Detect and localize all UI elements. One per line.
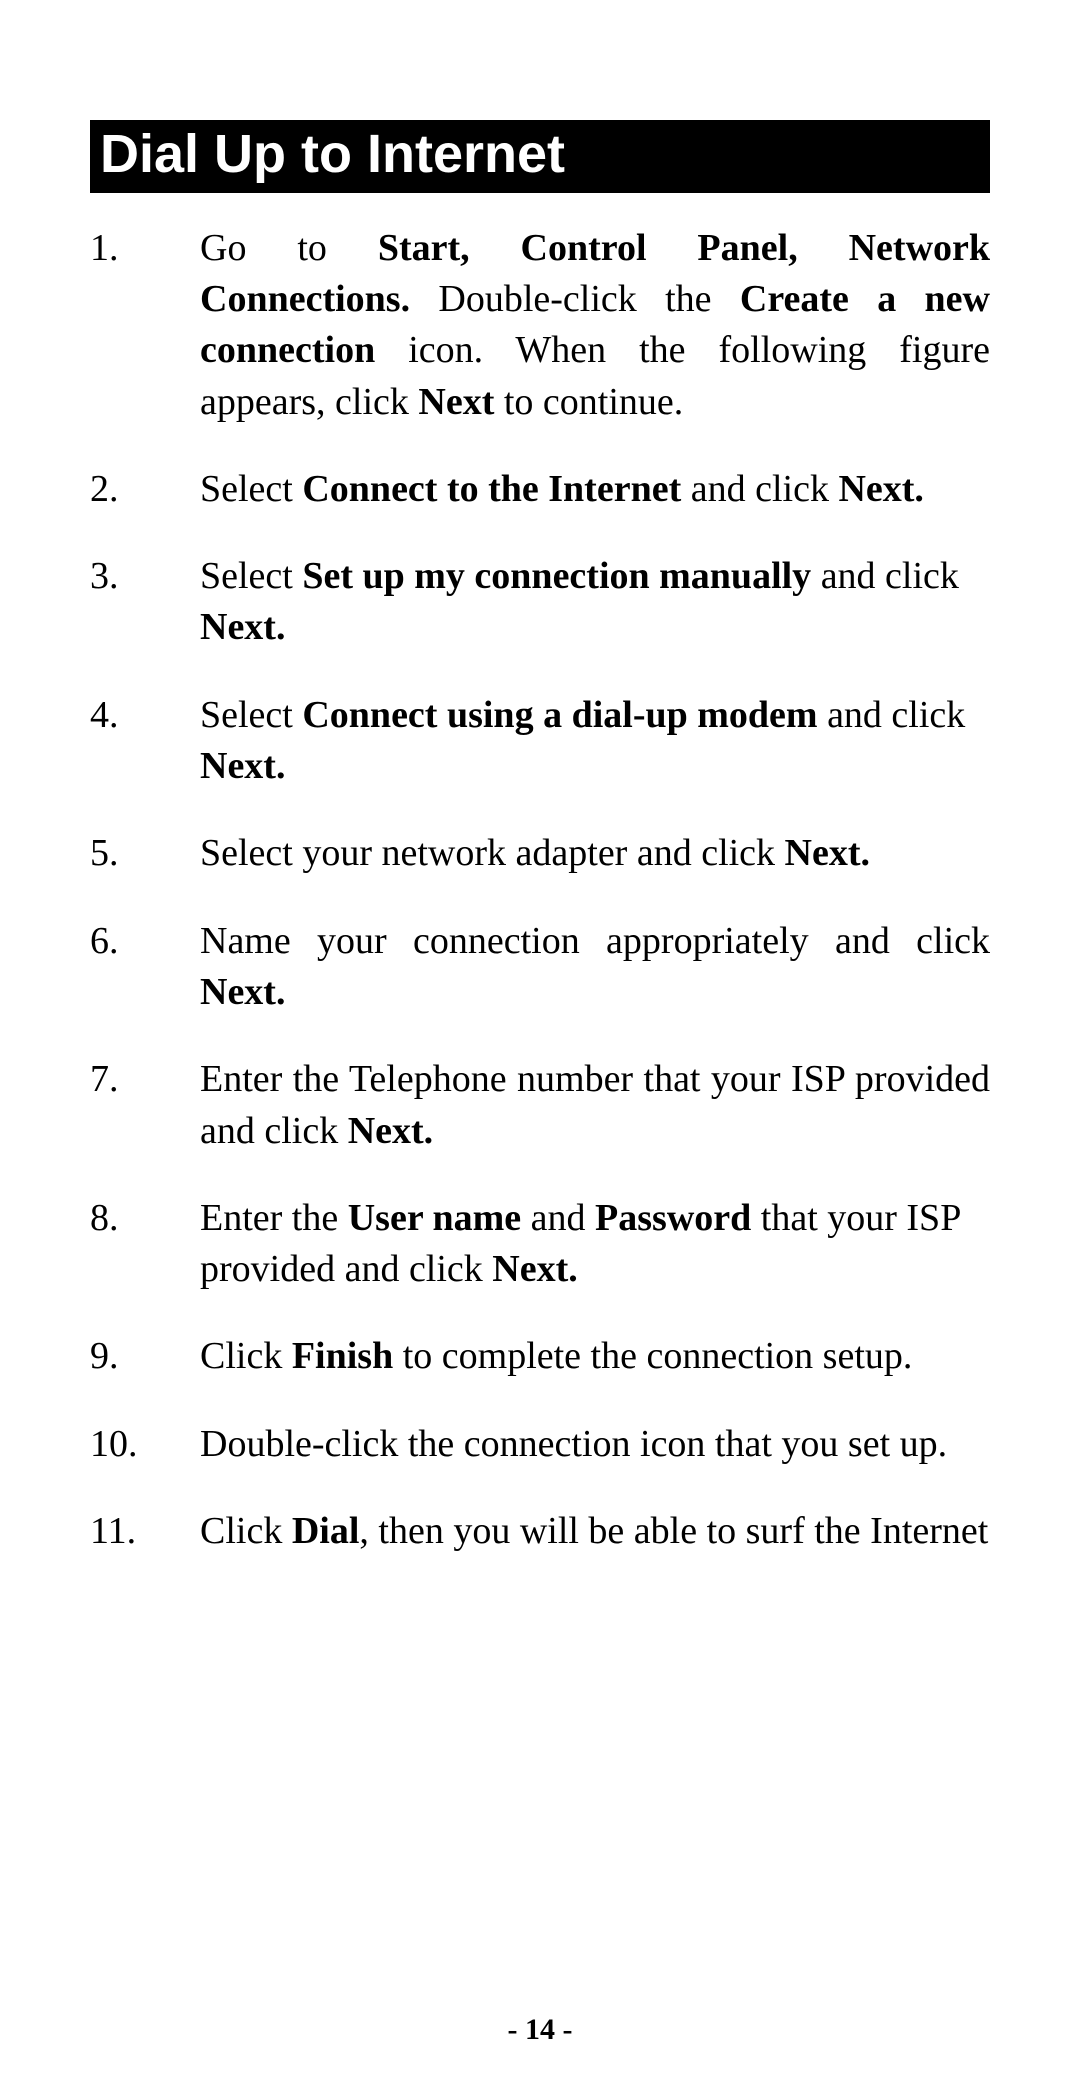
bold-text: Set up my connection manually bbox=[302, 555, 811, 597]
text: , then you will be able to surf the Inte… bbox=[359, 1510, 988, 1552]
steps-list: Go to Start, Control Panel, Network Conn… bbox=[90, 223, 990, 1558]
bold-text: Password bbox=[595, 1197, 751, 1239]
text: to continue. bbox=[494, 381, 683, 423]
step-item: Select Connect using a dial-up modem and… bbox=[90, 690, 990, 793]
text: Select your network adapter and click bbox=[200, 832, 785, 874]
text: to complete the connection setup. bbox=[393, 1335, 912, 1377]
bold-text: Next. bbox=[492, 1248, 577, 1290]
document-page: Dial Up to Internet Go to Start, Control… bbox=[0, 0, 1080, 2097]
text: and click bbox=[818, 694, 966, 736]
bold-text: Next. bbox=[785, 832, 870, 874]
bold-text: Finish bbox=[292, 1335, 393, 1377]
bold-text: Connect using a dial-up modem bbox=[302, 694, 817, 736]
step-item: Enter the User name and Password that yo… bbox=[90, 1193, 990, 1296]
text: Double-click the bbox=[410, 278, 740, 320]
text: Double-click the connection icon that yo… bbox=[200, 1423, 947, 1465]
text: Select bbox=[200, 468, 302, 510]
bold-text: Next. bbox=[200, 745, 285, 787]
text: and bbox=[521, 1197, 595, 1239]
step-item: Click Dial, then you will be able to sur… bbox=[90, 1506, 990, 1557]
text: Enter the bbox=[200, 1197, 348, 1239]
text: and click bbox=[681, 468, 838, 510]
bold-text: Connect to the Internet bbox=[302, 468, 681, 510]
step-item: Name your connection appropriately and c… bbox=[90, 916, 990, 1019]
section-title-bar: Dial Up to Internet bbox=[90, 120, 990, 193]
step-item: Click Finish to complete the connection … bbox=[90, 1331, 990, 1382]
text: Select bbox=[200, 694, 302, 736]
step-item: Enter the Telephone number that your ISP… bbox=[90, 1054, 990, 1157]
text: Enter the Telephone number that your ISP… bbox=[200, 1058, 990, 1151]
bold-text: Next. bbox=[838, 468, 923, 510]
text: and click bbox=[811, 555, 959, 597]
bold-text: Next. bbox=[200, 971, 285, 1013]
bold-text: Next. bbox=[348, 1110, 433, 1152]
text: Click bbox=[200, 1510, 292, 1552]
page-number: - 14 - bbox=[0, 2013, 1080, 2047]
step-item: Select Set up my connection manually and… bbox=[90, 551, 990, 654]
text: Go to bbox=[200, 227, 378, 269]
bold-text: Next. bbox=[200, 606, 285, 648]
text: Select bbox=[200, 555, 302, 597]
bold-text: Dial bbox=[292, 1510, 360, 1552]
text: Name your connection appropriately and c… bbox=[200, 920, 990, 962]
step-item: Go to Start, Control Panel, Network Conn… bbox=[90, 223, 990, 428]
text: Click bbox=[200, 1335, 292, 1377]
section-title: Dial Up to Internet bbox=[100, 124, 565, 184]
step-item: Double-click the connection icon that yo… bbox=[90, 1419, 990, 1470]
step-item: Select your network adapter and click Ne… bbox=[90, 828, 990, 879]
step-item: Select Connect to the Internet and click… bbox=[90, 464, 990, 515]
bold-text: User name bbox=[348, 1197, 521, 1239]
bold-text: Next bbox=[418, 381, 494, 423]
